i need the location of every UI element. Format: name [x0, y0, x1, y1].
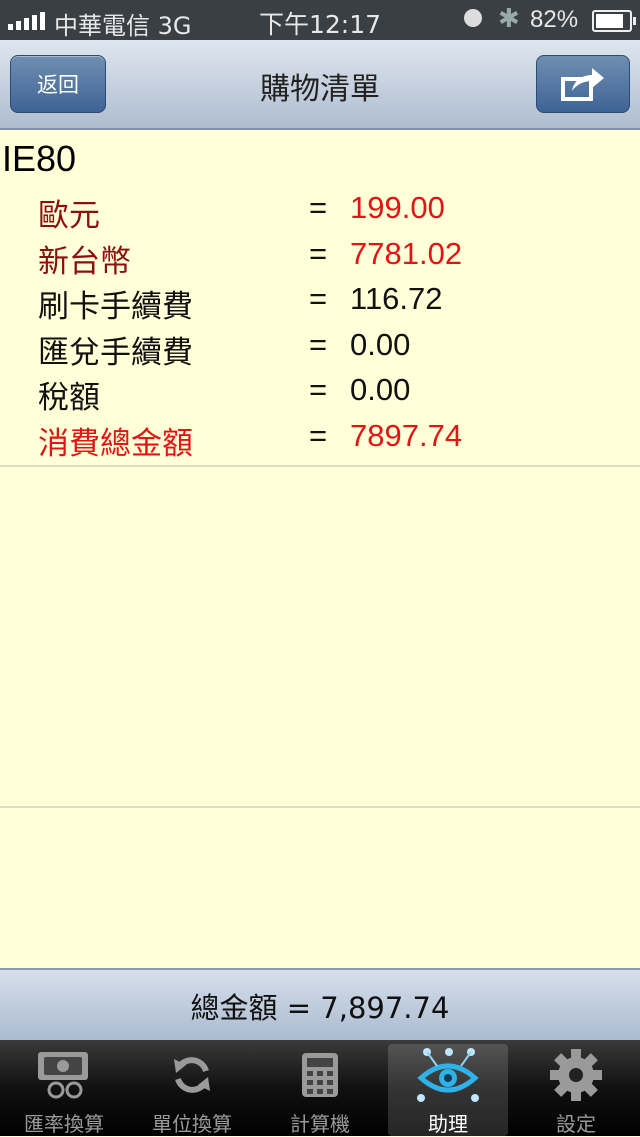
detail-row: 歐元 = 199.00 — [0, 190, 640, 236]
share-button[interactable] — [536, 55, 630, 113]
currency-exchange-icon — [38, 1052, 88, 1099]
detail-row: 稅額 = 0.00 — [0, 372, 640, 418]
bluetooth-icon: ✱ — [498, 3, 520, 33]
detail-label: 匯兌手續費 — [38, 334, 193, 371]
status-bar: 中華電信 3G 下午12:17 ✱ 82% — [0, 0, 640, 40]
navigation-bar: 返回 購物清單 — [0, 40, 640, 130]
tab-currency-exchange[interactable]: 匯率換算 — [0, 1040, 128, 1136]
refresh-icon — [174, 1057, 210, 1093]
detail-label: 稅額 — [38, 380, 100, 416]
equals-sign: = — [309, 326, 328, 362]
total-bar: 總金額 = 7,897.74 — [0, 968, 640, 1042]
tab-unit-conversion[interactable]: 單位換算 — [128, 1040, 256, 1136]
divider — [0, 465, 640, 467]
detail-value: 7781.02 — [350, 235, 463, 271]
item-name: IE80 — [2, 138, 77, 179]
battery-icon — [592, 10, 636, 32]
detail-value: 199.00 — [350, 190, 445, 225]
detail-row: 消費總金額 = 7897.74 — [0, 418, 640, 464]
share-icon — [561, 68, 604, 101]
detail-label: 新台幣 — [38, 243, 131, 280]
assistant-eye-icon — [417, 1048, 479, 1102]
equals-sign: = — [309, 372, 328, 407]
tab-label: 助理 — [428, 1112, 468, 1136]
detail-row: 匯兌手續費 = 0.00 — [0, 327, 640, 373]
tab-label: 匯率換算 — [24, 1112, 104, 1136]
tab-calculator[interactable]: 計算機 — [256, 1040, 384, 1136]
battery-percent: 82% — [530, 6, 579, 33]
equals-sign: = — [309, 235, 328, 271]
detail-label: 歐元 — [38, 198, 100, 234]
tab-label: 計算機 — [290, 1112, 350, 1136]
gear-icon — [550, 1049, 602, 1101]
equals-sign: = — [309, 281, 328, 316]
detail-label: 刷卡手續費 — [38, 289, 193, 325]
detail-label: 消費總金額 — [38, 425, 193, 462]
tab-bar: 匯率換算 單位換算 計算機 助理 設定 — [0, 1040, 640, 1136]
calculator-icon — [302, 1053, 338, 1097]
tab-label: 單位換算 — [152, 1112, 232, 1136]
tab-assistant[interactable]: 助理 — [384, 1040, 512, 1136]
detail-value: 7897.74 — [350, 417, 463, 453]
detail-value: 0.00 — [350, 326, 411, 362]
detail-row: 新台幣 = 7781.02 — [0, 236, 640, 282]
total-amount: 總金額 = 7,897.74 — [190, 991, 450, 1025]
tab-settings[interactable]: 設定 — [512, 1040, 640, 1136]
clock-icon — [464, 9, 482, 27]
divider — [0, 806, 640, 808]
tab-label: 設定 — [556, 1112, 596, 1136]
equals-sign: = — [309, 417, 328, 453]
detail-value: 0.00 — [350, 372, 411, 407]
equals-sign: = — [309, 190, 328, 225]
detail-row: 刷卡手續費 = 116.72 — [0, 281, 640, 327]
detail-value: 116.72 — [350, 281, 443, 316]
